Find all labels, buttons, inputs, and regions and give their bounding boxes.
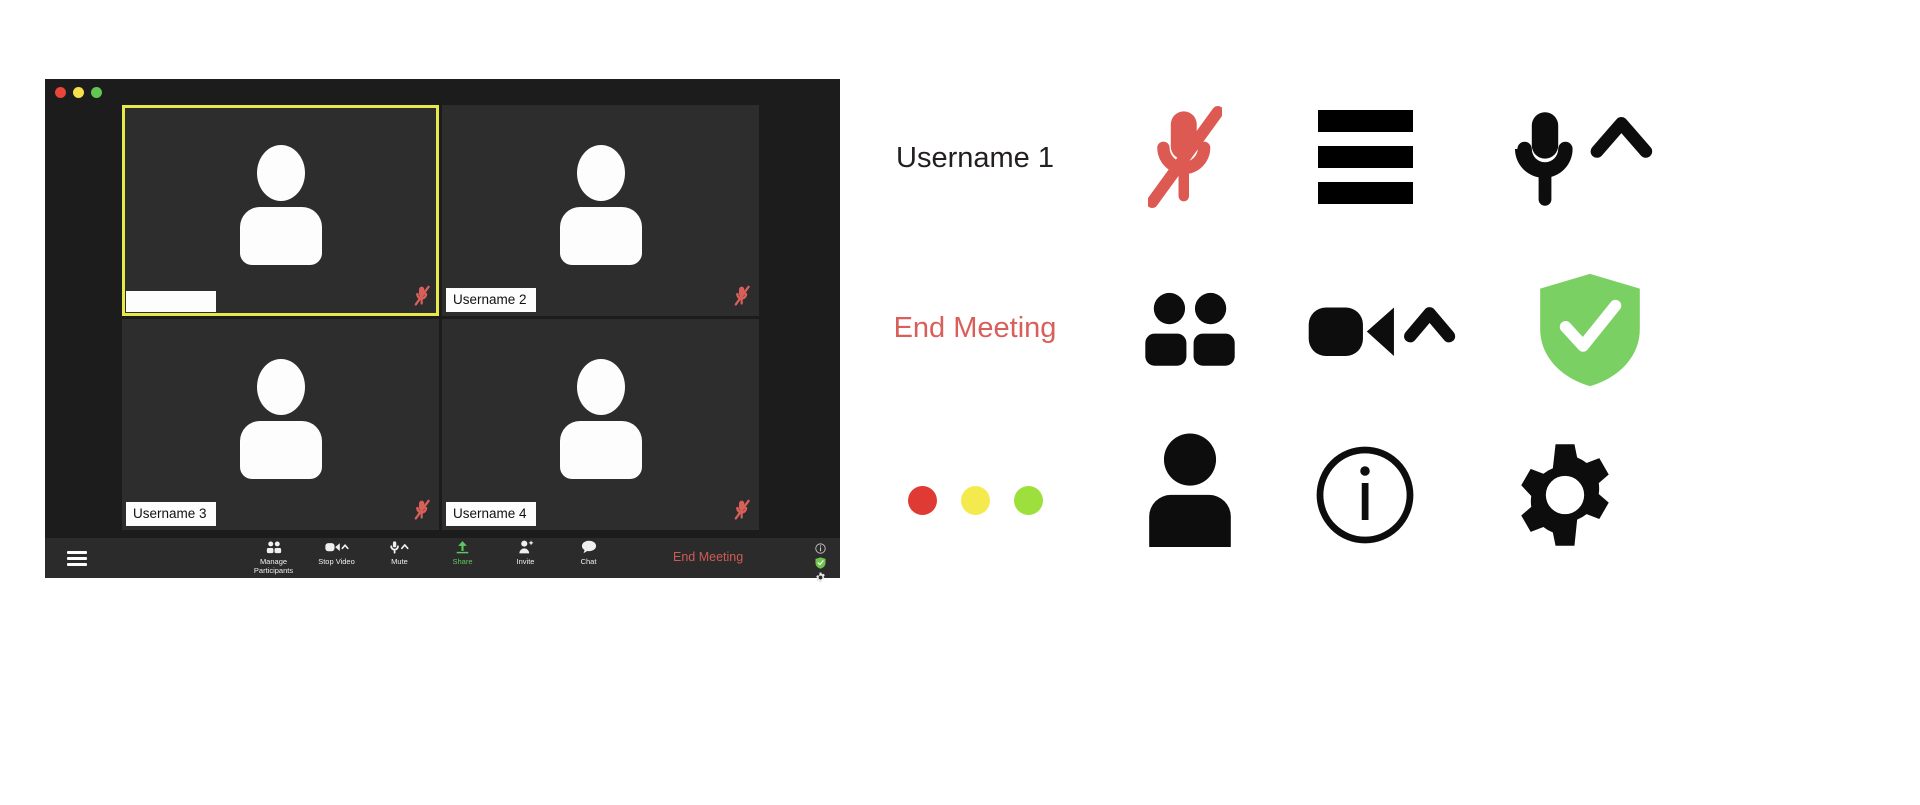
avatar-head [256, 358, 305, 415]
end-meeting-button[interactable]: End Meeting [673, 550, 743, 564]
legend-mic-muted-cell [1120, 97, 1250, 217]
share-label: Share [452, 556, 473, 566]
participants-group-icon [1145, 292, 1235, 366]
legend-mic-chevron-cell [1475, 99, 1695, 219]
manage-participants-button[interactable]: Manage Participants [242, 540, 305, 576]
microphone-icon [389, 540, 411, 555]
zoom-meeting-window: Username 2 Username 3 Username 4 Manage … [45, 79, 840, 583]
hamburger-bar [1317, 110, 1413, 132]
traffic-dot-green[interactable] [1013, 485, 1043, 515]
legend-participants-cell [1110, 280, 1270, 380]
chat-label: Chat [580, 556, 597, 566]
manage-participants-label-line1: Manage [259, 556, 288, 566]
window-titlebar [45, 79, 840, 105]
video-camera-icon [324, 540, 349, 555]
legend-video-chevron-cell [1280, 285, 1480, 375]
hamburger-bar [67, 550, 87, 554]
microphone-muted-icon [734, 285, 750, 306]
microphone-muted-icon [414, 285, 430, 306]
hamburger-bar [1317, 146, 1413, 168]
participant-name-label: Username 4 [446, 501, 536, 526]
legend-end-meeting-cell: End Meeting [860, 293, 1090, 363]
legend-info-cell [1285, 430, 1445, 560]
legend-username-label: Username 1 [896, 141, 1054, 174]
avatar [238, 358, 324, 479]
traffic-dot-red[interactable] [907, 485, 937, 515]
legend-person-cell [1110, 420, 1270, 560]
stop-video-button[interactable]: Stop Video [305, 540, 368, 567]
avatar [558, 358, 644, 479]
info-circle-icon[interactable] [815, 543, 826, 554]
invite-label: Invite [516, 556, 535, 566]
avatar-body [239, 420, 322, 479]
avatar [558, 144, 644, 265]
avatar [238, 144, 324, 265]
mute-button[interactable]: Mute [368, 540, 431, 567]
legend-username-label-cell: Username 1 [860, 123, 1090, 193]
avatar-head [576, 358, 625, 415]
avatar-body [239, 206, 322, 265]
legend-shield-cell [1500, 265, 1680, 395]
participant-tile[interactable]: Username 2 [442, 105, 759, 316]
participant-name-label [126, 291, 216, 312]
microphone-muted-icon [734, 499, 750, 520]
traffic-light-dots-icon [907, 485, 1043, 515]
mute-label: Mute [391, 556, 408, 566]
hamburger-bar [1317, 182, 1413, 204]
stop-video-label: Stop Video [318, 556, 355, 566]
shield-check-icon [1540, 273, 1640, 387]
legend-gear-cell [1465, 425, 1665, 565]
share-screen-button[interactable]: Share [431, 540, 494, 567]
maximize-window-button[interactable] [91, 86, 102, 98]
icon-legend: Username 1 End Meeting [860, 75, 1900, 655]
participant-tile[interactable]: Username 3 [122, 319, 439, 530]
gear-icon [1521, 444, 1609, 546]
toolbar-status-icons [815, 543, 826, 583]
avatar-head [576, 144, 625, 201]
participant-name-label: Username 3 [126, 501, 216, 526]
invite-button[interactable]: Invite [494, 540, 557, 567]
shield-check-icon[interactable] [815, 557, 826, 569]
avatar-head [256, 144, 305, 201]
hamburger-menu-icon [1317, 110, 1413, 204]
participant-tile[interactable]: Username 4 [442, 319, 759, 530]
avatar-body [559, 206, 642, 265]
legend-end-meeting-label: End Meeting [893, 311, 1057, 344]
traffic-dot-yellow[interactable] [960, 485, 990, 515]
manage-participants-label-line2: Participants [253, 566, 294, 575]
hamburger-icon[interactable] [67, 550, 87, 566]
chat-bubble-icon [581, 540, 597, 555]
microphone-chevron-up-icon [1515, 112, 1653, 206]
hamburger-bar [67, 556, 87, 560]
minimize-window-button[interactable] [73, 86, 84, 98]
hamburger-bar [67, 562, 87, 566]
microphone-muted-icon [1148, 105, 1222, 209]
avatar-body [559, 420, 642, 479]
legend-traffic-lights-cell [860, 465, 1090, 535]
microphone-muted-icon [414, 499, 430, 520]
person-avatar-icon [1149, 433, 1231, 548]
chat-button[interactable]: Chat [557, 540, 620, 567]
meeting-toolbar: Manage Participants Stop Video Mute Shar… [45, 538, 840, 583]
info-circle-icon [1316, 446, 1414, 544]
gear-icon[interactable] [815, 572, 826, 583]
close-window-button[interactable] [55, 86, 66, 98]
video-camera-chevron-up-icon [1308, 307, 1456, 356]
legend-hamburger-cell [1275, 97, 1455, 217]
participants-icon [266, 540, 282, 555]
participant-grid: Username 2 Username 3 Username 4 [122, 105, 759, 530]
participant-name-label: Username 2 [446, 287, 536, 312]
participant-tile[interactable] [122, 105, 439, 316]
share-screen-icon [455, 540, 470, 555]
invite-person-icon [518, 540, 534, 555]
video-stage: Username 2 Username 3 Username 4 [45, 105, 840, 538]
